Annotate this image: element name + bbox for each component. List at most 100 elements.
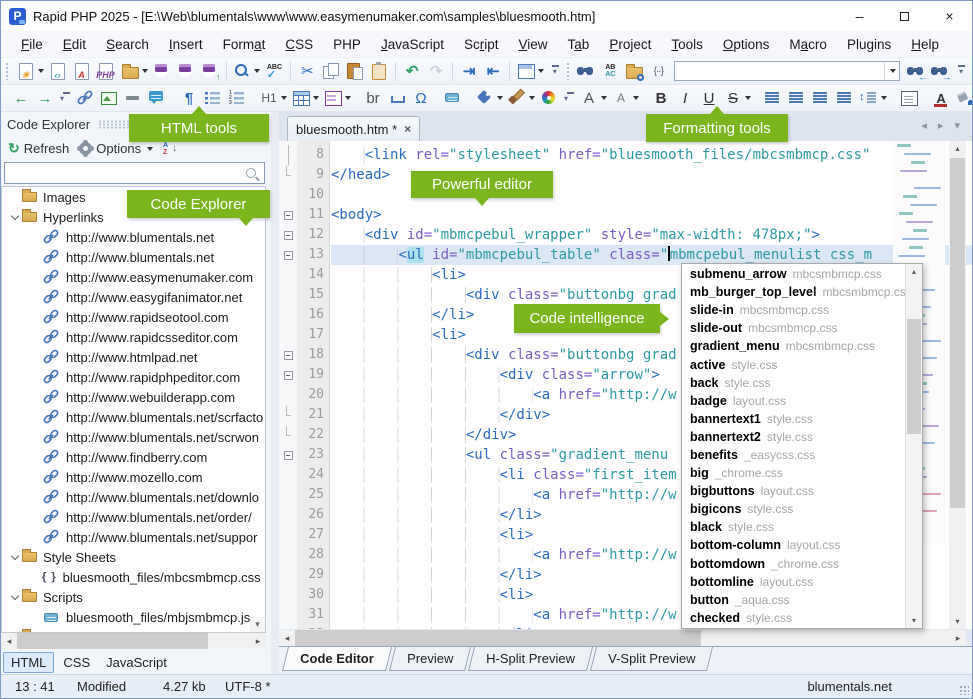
insert-image-button[interactable] — [97, 87, 121, 109]
menu-project[interactable]: Project — [599, 33, 661, 56]
decrease-font-size-button[interactable]: A — [609, 87, 641, 109]
navigate-forward-button[interactable]: → — [33, 87, 57, 109]
menu-tools[interactable]: Tools — [661, 33, 713, 56]
justify-button[interactable] — [833, 87, 857, 109]
maximize-button[interactable] — [882, 1, 927, 31]
find-in-files-button[interactable] — [622, 60, 646, 82]
scroll-down-icon[interactable]: ▾ — [949, 614, 966, 629]
outdent-button[interactable]: ⇤ — [481, 60, 505, 82]
cut-button[interactable]: ✂ — [295, 60, 319, 82]
increase-font-size-button[interactable]: A — [577, 87, 609, 109]
fold-marker[interactable] — [279, 345, 297, 365]
view-tab-v-split-preview[interactable]: V-Split Preview — [589, 647, 714, 671]
replace-button[interactable]: AB AC — [598, 60, 622, 82]
chevron-down-icon[interactable] — [8, 551, 22, 560]
resize-grip[interactable] — [959, 685, 969, 695]
fold-collapse-icon[interactable] — [283, 350, 293, 360]
chevron-down-icon[interactable] — [8, 591, 22, 600]
tree-item[interactable]: http://www.blumentals.net/suppor — [2, 527, 265, 547]
format-painter-button[interactable] — [505, 87, 537, 109]
autocomplete-item[interactable]: mb_burger_top_level mbcsmbmcp.css — [682, 283, 905, 301]
close-button[interactable]: × — [927, 1, 972, 31]
autocomplete-item[interactable]: bigbuttons layout.css — [682, 482, 905, 500]
tree-item[interactable]: http://www.webuilderapp.com — [2, 387, 265, 407]
document-tab-bluesmooth[interactable]: bluesmooth.htm * × — [287, 116, 421, 141]
insert-comment-button[interactable] — [145, 87, 169, 109]
insert-hyperlink-button[interactable] — [73, 87, 97, 109]
menu-macro[interactable]: Macro — [779, 33, 837, 56]
new-document-button[interactable]: ✳ — [14, 60, 46, 82]
menu-view[interactable]: View — [509, 33, 558, 56]
copy-button[interactable] — [319, 60, 343, 82]
autocomplete-item[interactable]: slide-out mbcsmbmcp.css — [682, 319, 905, 337]
new-html-document-button[interactable]: A — [70, 60, 94, 82]
autocomplete-list[interactable]: submenu_arrow mbcsmbmcp.css mb_burger_top_… — [682, 265, 905, 627]
tree-item[interactable]: http://www.rapidcsseditor.com — [2, 327, 265, 347]
scroll-right-icon[interactable]: ▸ — [250, 636, 266, 647]
find-next-button[interactable]: → — [928, 60, 952, 82]
scroll-up-icon[interactable]: ▴ — [949, 141, 966, 156]
insert-line-break-button[interactable]: br — [361, 87, 385, 109]
autocomplete-item[interactable]: gradient_menu mbcsmbmcp.css — [682, 337, 905, 355]
indent-button[interactable]: ⇥ — [457, 60, 481, 82]
scroll-right-icon[interactable]: ▸ — [950, 633, 966, 644]
menu-php[interactable]: PHP — [323, 33, 371, 56]
font-color-button[interactable]: A — [929, 87, 953, 109]
tree-scroll-down-icon[interactable]: ▾ — [250, 617, 265, 632]
bold-button[interactable]: B — [649, 87, 673, 109]
autocomplete-item[interactable]: bannertext1 style.css — [682, 410, 905, 428]
chevron-down-icon[interactable] — [8, 211, 22, 220]
align-left-button[interactable] — [761, 87, 785, 109]
refresh-button[interactable]: ↻ Refresh — [5, 139, 72, 158]
tree-item[interactable]: http://www.blumentals.net/scrfacto — [2, 407, 265, 427]
save-button[interactable] — [150, 60, 174, 82]
autocomplete-item[interactable]: checked style.css — [682, 609, 905, 627]
tree-item[interactable]: bluesmooth_files/mbjsmbmcp.js — [2, 607, 265, 627]
scrollbar-thumb[interactable] — [907, 319, 921, 434]
close-tab-icon[interactable]: × — [404, 122, 411, 136]
view-tab-preview[interactable]: Preview — [388, 647, 471, 671]
italic-button[interactable]: I — [673, 87, 697, 109]
menu-file[interactable]: File — [11, 33, 53, 56]
tree-item[interactable]: http://www.findberry.com — [2, 447, 265, 467]
toolbar-overflow-button[interactable]: ▾ — [564, 89, 575, 107]
minimize-button[interactable]: – — [837, 1, 882, 31]
color-picker-button[interactable] — [537, 87, 561, 109]
autocomplete-item[interactable]: bigicons style.css — [682, 500, 905, 518]
fold-marker[interactable] — [279, 365, 297, 385]
scrollbar-thumb[interactable] — [17, 633, 209, 649]
menu-options[interactable]: Options — [713, 33, 780, 56]
fold-gutter[interactable] — [279, 141, 297, 629]
autocomplete-item[interactable]: active style.css — [682, 355, 905, 373]
menu-plugins[interactable]: Plugins — [837, 33, 901, 56]
panel-splitter[interactable] — [271, 112, 279, 674]
line-spacing-button[interactable] — [857, 87, 889, 109]
scroll-down-icon[interactable]: ▾ — [906, 613, 922, 628]
autocomplete-item[interactable]: badge layout.css — [682, 392, 905, 410]
insert-special-character-button[interactable]: Ω — [409, 87, 433, 109]
navigate-back-button[interactable]: ← — [9, 87, 33, 109]
view-tab-h-split-preview[interactable]: H-Split Preview — [467, 647, 593, 671]
tree-item[interactable]: http://www.rapidphpeditor.com — [2, 367, 265, 387]
regex-search-button[interactable]: {··} — [646, 60, 670, 82]
editor-vertical-scrollbar[interactable]: ▴ ▾ — [949, 141, 966, 629]
menu-script[interactable]: Script — [454, 33, 509, 56]
autocomplete-item[interactable]: big _chrome.css — [682, 464, 905, 482]
autocomplete-item[interactable]: submenu_arrow mbcsmbmcp.css — [682, 265, 905, 283]
tree-item[interactable]: http://www.blumentals.net — [2, 227, 265, 247]
search-input[interactable] — [5, 164, 246, 182]
paste-button[interactable] — [343, 60, 367, 82]
autocomplete-item[interactable]: back style.css — [682, 374, 905, 392]
scroll-up-icon[interactable]: ▴ — [906, 264, 922, 279]
menu-edit[interactable]: Edit — [53, 33, 96, 56]
tree-horizontal-scrollbar[interactable]: ◂ ▸ — [1, 633, 266, 649]
spell-check-button[interactable]: ABC ✓ — [262, 60, 286, 82]
explorer-search-box[interactable] — [4, 162, 265, 184]
scrollbar-thumb[interactable] — [950, 158, 965, 508]
explorer-tab-css[interactable]: CSS — [56, 653, 97, 672]
toolbar-overflow-button[interactable]: ▾ — [549, 62, 561, 80]
find-previous-button[interactable]: ← — [904, 60, 928, 82]
autocomplete-item[interactable]: bottom-column layout.css — [682, 536, 905, 554]
search-term-combobox[interactable] — [674, 61, 901, 81]
save-all-button[interactable] — [174, 60, 198, 82]
